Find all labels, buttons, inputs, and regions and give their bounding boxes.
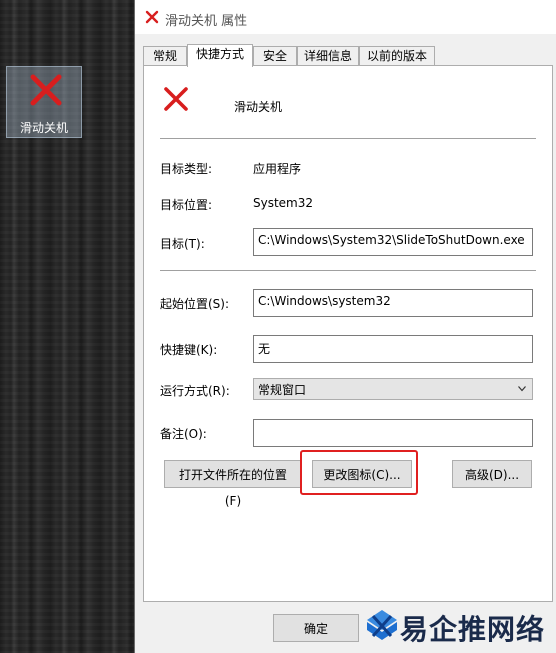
- change-icon-highlight-box: [300, 450, 418, 495]
- desktop-shortcut-icon[interactable]: 滑动关机: [6, 66, 82, 138]
- start-in-field[interactable]: C:\Windows\system32: [253, 289, 533, 317]
- open-file-location-button[interactable]: 打开文件所在的位置(F): [164, 460, 302, 508]
- window-title: 滑动关机 属性: [165, 14, 248, 29]
- target-location-value: System32: [253, 196, 314, 210]
- comment-field[interactable]: [253, 419, 533, 447]
- watermark-text: 易企推网络: [400, 613, 546, 646]
- tab-previous-versions[interactable]: 以前的版本: [359, 46, 435, 65]
- target-type-label: 目标类型:: [160, 162, 213, 176]
- tab-shortcut[interactable]: 快捷方式: [187, 44, 253, 67]
- target-field[interactable]: C:\Windows\System32\SlideToShutDown.exe: [253, 228, 533, 256]
- watermark-logo-icon: [367, 610, 397, 640]
- tab-security[interactable]: 安全: [253, 46, 297, 65]
- desktop-shortcut-label: 滑动关机: [19, 121, 68, 135]
- shortcut-name: 滑动关机: [234, 100, 283, 114]
- ok-button[interactable]: 确定: [273, 614, 359, 642]
- red-x-icon: [164, 87, 188, 111]
- red-x-icon: [145, 10, 159, 24]
- run-label: 运行方式(R):: [160, 384, 230, 398]
- chevron-down-icon: [518, 386, 526, 392]
- title-bar[interactable]: 滑动关机 属性: [135, 0, 556, 34]
- tab-general[interactable]: 常规: [143, 46, 187, 65]
- advanced-button[interactable]: 高级(D)...: [452, 460, 532, 488]
- comment-label: 备注(O):: [160, 427, 207, 441]
- start-in-label: 起始位置(S):: [160, 297, 230, 311]
- divider: [160, 138, 536, 139]
- hotkey-field[interactable]: 无: [253, 335, 533, 363]
- red-x-icon: [30, 74, 62, 106]
- shortcut-panel: 滑动关机 目标类型: 应用程序 目标位置: System32 目标(T): C:…: [143, 65, 553, 602]
- run-select-value: 常规窗口: [258, 383, 307, 397]
- tab-details[interactable]: 详细信息: [297, 46, 359, 65]
- divider: [160, 270, 536, 271]
- properties-dialog: 滑动关机 属性 常规 快捷方式 安全 详细信息 以前的版本 滑动关机 目标类型:…: [134, 0, 556, 653]
- run-select[interactable]: 常规窗口: [253, 378, 533, 400]
- hotkey-label: 快捷键(K):: [160, 343, 218, 357]
- target-location-label: 目标位置:: [160, 198, 213, 212]
- target-label: 目标(T):: [160, 237, 205, 251]
- target-type-value: 应用程序: [253, 162, 302, 176]
